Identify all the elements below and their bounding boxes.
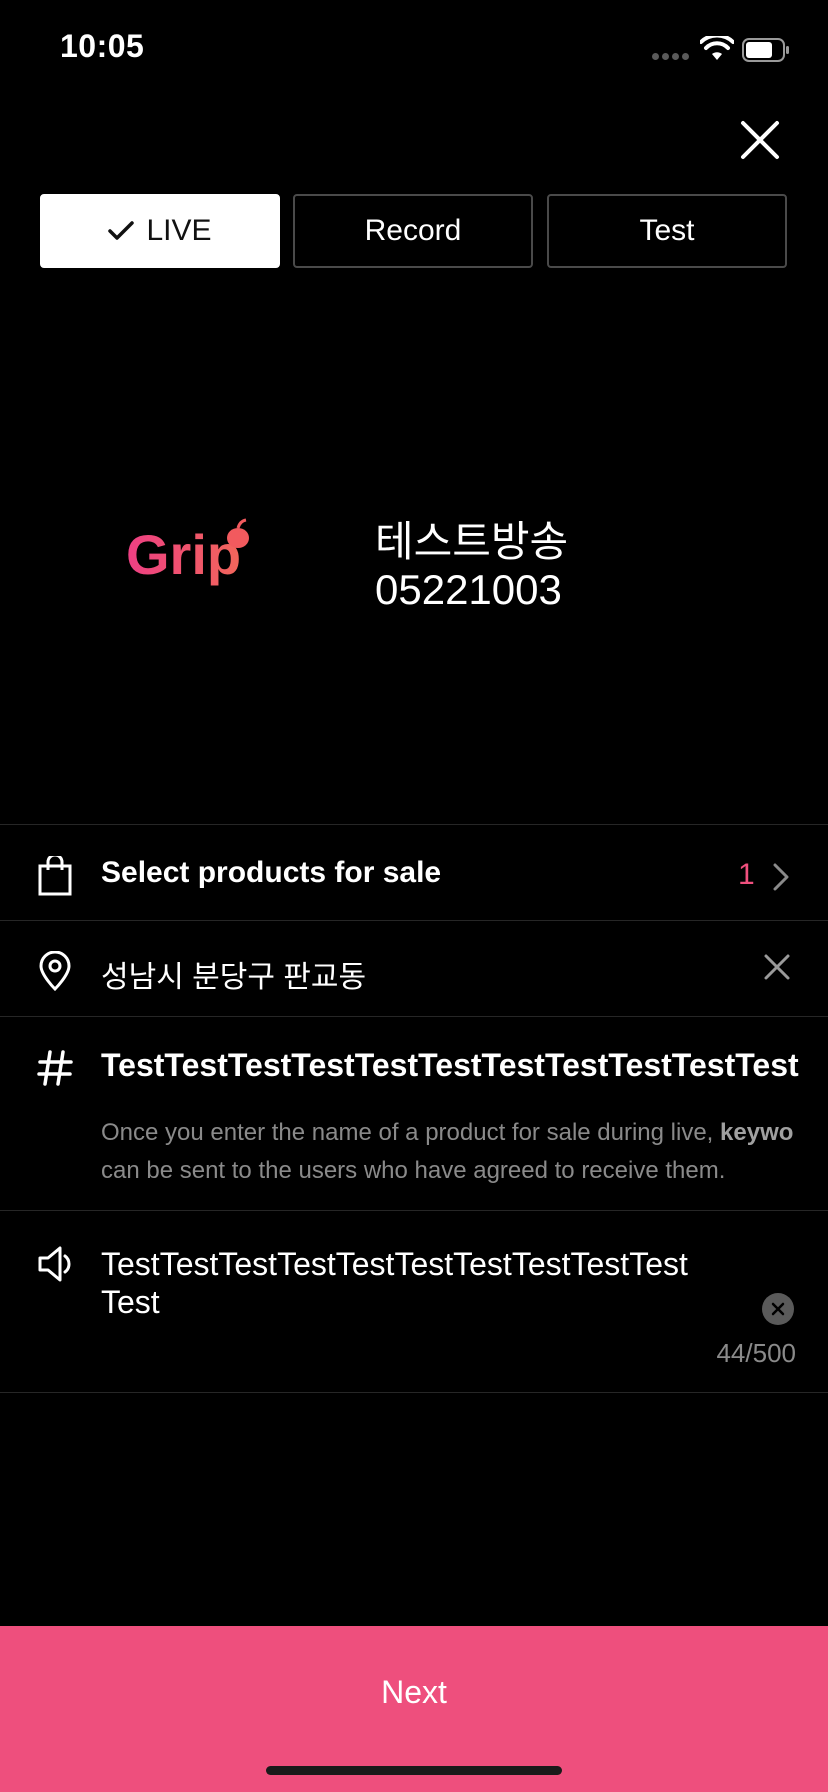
battery-icon	[742, 38, 789, 62]
svg-text:Grip: Grip	[126, 523, 241, 586]
character-counter: 44/500	[716, 1338, 796, 1368]
clear-notice-icon[interactable]	[762, 1293, 794, 1325]
hashtag-icon	[37, 1050, 73, 1086]
divider	[0, 920, 828, 921]
tab-record-label: Record	[364, 214, 462, 247]
clear-location-icon[interactable]	[762, 952, 792, 982]
hashtag-hint: Once you enter the name of a product for…	[101, 1114, 828, 1190]
tab-live-label: LIVE	[146, 214, 212, 247]
broadcast-id: 05221003	[375, 566, 562, 613]
hint-text-2: can be sent to the users who have agreed…	[101, 1157, 726, 1184]
divider	[0, 1210, 828, 1211]
notice-line-2: Test	[101, 1284, 160, 1320]
tab-record[interactable]: Record	[293, 194, 533, 268]
hint-keyword: keywo	[720, 1119, 794, 1146]
next-button-label: Next	[381, 1674, 447, 1710]
close-button[interactable]	[738, 118, 782, 162]
product-count: 1	[738, 858, 755, 891]
chevron-right-icon[interactable]	[772, 862, 790, 892]
speaker-icon	[38, 1246, 71, 1282]
status-time: 10:05	[60, 28, 145, 64]
cellular-signal-icon	[652, 53, 690, 61]
tab-test[interactable]: Test	[547, 194, 787, 268]
notice-line-1: TestTestTestTestTestTestTestTestTestTest	[101, 1246, 688, 1282]
check-icon	[108, 221, 135, 240]
hint-text: Once you enter the name of a product for…	[101, 1119, 721, 1146]
location-pin-icon	[39, 951, 71, 991]
notice-input[interactable]: TestTestTestTestTestTestTestTestTestTest…	[101, 1245, 741, 1321]
shopping-bag-icon	[38, 856, 72, 896]
tab-test-label: Test	[639, 214, 695, 247]
hashtag-input[interactable]: TestTestTestTestTestTestTestTestTestTest…	[101, 1047, 799, 1084]
divider	[0, 1392, 828, 1393]
home-indicator	[266, 1766, 562, 1775]
tab-live[interactable]: LIVE	[40, 194, 280, 268]
divider	[0, 1016, 828, 1017]
broadcast-title: 테스트방송	[375, 518, 569, 565]
location-field[interactable]: 성남시 분당구 판교동	[101, 952, 366, 996]
select-products-label: Select products for sale	[101, 856, 442, 889]
grip-logo: Grip	[126, 518, 249, 586]
wifi-icon	[700, 36, 734, 60]
